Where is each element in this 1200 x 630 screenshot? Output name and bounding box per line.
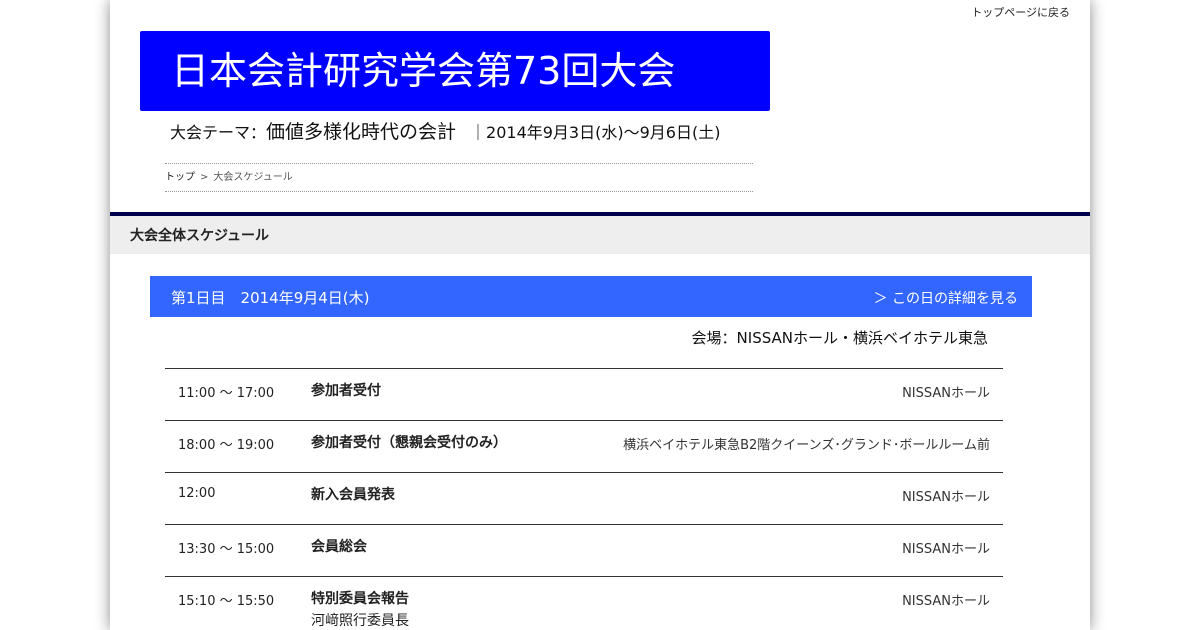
schedule-event: 会員総会 (311, 539, 367, 555)
site-title-banner: 日本会計研究学会第73回大会 (140, 31, 770, 111)
venue-text: 会場：NISSANホール・横浜ベイホテル東急 (691, 329, 988, 347)
day-label: 第1日目 2014年9月4日(木) (171, 289, 370, 307)
breadcrumb-home-link[interactable]: トップ (165, 172, 195, 183)
schedule-row: 15:10 ～ 15:50 特別委員会報告 河﨑照行委員長 NISSANホール (165, 576, 1003, 629)
site-title: 日本会計研究学会第73回大会 (171, 49, 676, 93)
schedule-event-speaker: 河﨑照行委員長 (311, 613, 409, 629)
schedule-event: 参加者受付 (311, 383, 381, 399)
conference-dates: ｜2014年9月3日(水)～9月6日(土) (470, 123, 721, 142)
schedule-row: 13:30 ～ 15:00 会員総会 NISSANホール (165, 524, 1003, 576)
theme-prefix: 大会テーマ： (170, 123, 267, 142)
page-container: トップページに戻る 日本会計研究学会第73回大会 大会テーマ：価値多様化時代の会… (110, 0, 1090, 630)
schedule-event: 特別委員会報告 (311, 591, 409, 607)
section-title: 大会全体スケジュール (130, 228, 270, 244)
schedule-time: 11:00 ～ 17:00 (178, 386, 275, 401)
schedule-event: 新入会員発表 (311, 487, 395, 503)
breadcrumb-separator: > (200, 172, 209, 183)
schedule-place: NISSANホール (902, 542, 990, 557)
schedule-row: 12:00 新入会員発表 NISSANホール (165, 472, 1003, 524)
schedule-table: 11:00 ～ 17:00 参加者受付 NISSANホール 18:00 ～ 19… (165, 368, 1003, 629)
schedule-row: 11:00 ～ 17:00 参加者受付 NISSANホール (165, 368, 1003, 420)
back-to-top-link[interactable]: トップページに戻る (971, 4, 1070, 20)
conference-theme: 大会テーマ：価値多様化時代の会計 ｜2014年9月3日(水)～9月6日(土) (170, 119, 720, 146)
schedule-time: 13:30 ～ 15:00 (178, 542, 275, 557)
schedule-place: 横浜ベイホテル東急B2階クイーンズ･グランド･ボールルーム前 (623, 438, 990, 453)
theme-title: 価値多様化時代の会計 (266, 121, 457, 143)
schedule-place: NISSANホール (902, 594, 990, 609)
schedule-place: NISSANホール (902, 490, 990, 505)
day-header: 第1日目 2014年9月4日(木) ＞ この日の詳細を見る (150, 276, 1032, 317)
schedule-event: 参加者受付（懇親会受付のみ） (311, 435, 507, 451)
breadcrumb-current: 大会スケジュール (213, 172, 293, 183)
schedule-row: 18:00 ～ 19:00 参加者受付（懇親会受付のみ） 横浜ベイホテル東急B2… (165, 420, 1003, 472)
section-header: 大会全体スケジュール (110, 212, 1090, 254)
schedule-time: 12:00 (178, 486, 216, 501)
schedule-time: 15:10 ～ 15:50 (178, 594, 275, 609)
schedule-place: NISSANホール (902, 386, 990, 401)
day-detail-link[interactable]: ＞ この日の詳細を見る (874, 288, 1018, 308)
breadcrumb: トップ > 大会スケジュール (165, 163, 753, 192)
schedule-time: 18:00 ～ 19:00 (178, 438, 275, 453)
